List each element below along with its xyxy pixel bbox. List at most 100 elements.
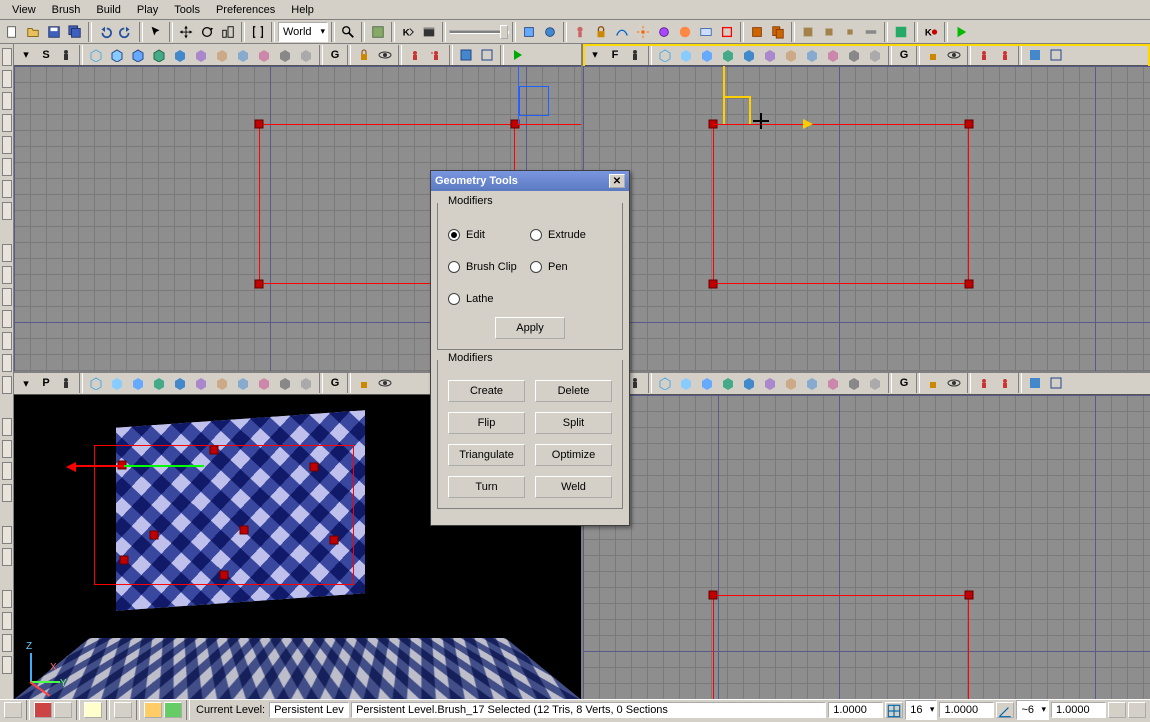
csg-subtract-icon[interactable] bbox=[2, 440, 12, 458]
vp-camspeed-fast-icon[interactable] bbox=[426, 45, 446, 65]
vp-unlit-icon[interactable] bbox=[676, 45, 696, 65]
save-all-icon[interactable] bbox=[65, 22, 85, 42]
vp-show-icon[interactable] bbox=[944, 45, 964, 65]
radio-extrude[interactable]: Extrude bbox=[530, 229, 612, 241]
toggle-lod-lock-icon[interactable] bbox=[675, 22, 695, 42]
vp-lightmapdensity-icon[interactable] bbox=[254, 45, 274, 65]
vp-lightonly-icon[interactable] bbox=[739, 373, 759, 393]
select-show-2-icon[interactable] bbox=[819, 22, 839, 42]
vp-lightcomplex-icon[interactable] bbox=[191, 45, 211, 65]
vp-game-icon[interactable]: G bbox=[326, 374, 344, 392]
brackets-icon[interactable] bbox=[248, 22, 268, 42]
vp-camspeed-slow-icon[interactable] bbox=[974, 45, 994, 65]
vp-game-icon[interactable]: G bbox=[895, 46, 913, 64]
vp-mode-9-icon[interactable] bbox=[296, 45, 316, 65]
optimize-button[interactable]: Optimize bbox=[535, 444, 612, 466]
mode-foliage-icon[interactable] bbox=[2, 202, 12, 220]
vp-maximize-icon[interactable] bbox=[456, 45, 476, 65]
vertex-handle[interactable] bbox=[965, 590, 974, 599]
vp-lit-icon[interactable] bbox=[128, 45, 148, 65]
mode-camera-icon[interactable] bbox=[2, 48, 12, 66]
publish-cook-icon[interactable] bbox=[747, 22, 767, 42]
vp-mode-8-icon[interactable] bbox=[844, 373, 864, 393]
mode-geometry-icon[interactable] bbox=[2, 70, 12, 88]
far-clip-slider[interactable] bbox=[449, 30, 509, 34]
coord-space-combo[interactable]: World bbox=[278, 22, 328, 42]
vp-wireframe-icon[interactable] bbox=[655, 45, 675, 65]
csg-add-icon[interactable] bbox=[2, 418, 12, 436]
mode-cover-icon[interactable] bbox=[2, 158, 12, 176]
menu-build[interactable]: Build bbox=[88, 2, 128, 18]
menu-view[interactable]: View bbox=[4, 2, 44, 18]
redo-icon[interactable] bbox=[116, 22, 136, 42]
vp-lightonly-icon[interactable] bbox=[170, 45, 190, 65]
vertex-handle[interactable] bbox=[709, 590, 718, 599]
geometry-tools-dialog[interactable]: Geometry Tools ✕ Edit Extrude Brush Clip… bbox=[430, 170, 630, 526]
vp-show-icon[interactable] bbox=[944, 373, 964, 393]
add-volume-icon[interactable] bbox=[2, 548, 12, 566]
vertex-handle[interactable] bbox=[220, 570, 229, 579]
vp-detail-icon[interactable] bbox=[718, 373, 738, 393]
vp-detail-icon[interactable] bbox=[149, 45, 169, 65]
vp-lightmapdensity-icon[interactable] bbox=[823, 45, 843, 65]
vp-lock-icon[interactable] bbox=[923, 45, 943, 65]
vp-tearoff-icon[interactable] bbox=[477, 45, 497, 65]
scale-icon[interactable] bbox=[218, 22, 238, 42]
status-snap1-icon[interactable] bbox=[34, 702, 52, 718]
mode-texture-icon[interactable] bbox=[2, 114, 12, 132]
vertex-handle[interactable] bbox=[210, 445, 219, 454]
create-button[interactable]: Create bbox=[448, 380, 525, 402]
cook-full-icon[interactable] bbox=[891, 22, 911, 42]
vp-lightonly-icon[interactable] bbox=[739, 45, 759, 65]
invert-selection-icon[interactable] bbox=[2, 656, 12, 674]
build-geom-icon[interactable] bbox=[519, 22, 539, 42]
vertex-handle[interactable] bbox=[150, 530, 159, 539]
vp-mode-9-icon[interactable] bbox=[865, 45, 885, 65]
select-icon[interactable] bbox=[146, 22, 166, 42]
vp-shadercomplex-icon[interactable] bbox=[802, 373, 822, 393]
vp-texdensity-icon[interactable] bbox=[212, 45, 232, 65]
mode-spline-icon[interactable] bbox=[2, 180, 12, 198]
vp-lit-icon[interactable] bbox=[128, 373, 148, 393]
radio-brushclip[interactable]: Brush Clip bbox=[448, 261, 530, 273]
status-draggrid-combo[interactable]: 16 bbox=[905, 700, 937, 720]
show-flags-icon[interactable] bbox=[2, 590, 12, 608]
status-autosave-icon[interactable] bbox=[1128, 702, 1146, 718]
translate-icon[interactable] bbox=[176, 22, 196, 42]
toggle-distributions-icon[interactable] bbox=[612, 22, 632, 42]
toggle-socket-icon[interactable] bbox=[570, 22, 590, 42]
status-audio-icon[interactable] bbox=[114, 702, 132, 718]
status-light-icon[interactable] bbox=[84, 702, 102, 718]
vp-camspeed-fast-icon[interactable] bbox=[995, 373, 1015, 393]
split-button[interactable]: Split bbox=[535, 412, 612, 434]
undo-icon[interactable] bbox=[95, 22, 115, 42]
kismet-debug-icon[interactable]: K bbox=[921, 22, 941, 42]
vp-unlit-icon[interactable] bbox=[676, 373, 696, 393]
dialog-close-icon[interactable]: ✕ bbox=[609, 174, 625, 188]
brush-cone-icon[interactable] bbox=[2, 266, 12, 284]
vp-lock-icon[interactable] bbox=[354, 373, 374, 393]
vp-mode-9-icon[interactable] bbox=[296, 373, 316, 393]
vp-options-icon[interactable]: ▾ bbox=[16, 373, 36, 393]
build-light-icon[interactable] bbox=[540, 22, 560, 42]
open-icon[interactable] bbox=[23, 22, 43, 42]
brush-volumetric-icon[interactable] bbox=[2, 376, 12, 394]
hide-selected-icon[interactable] bbox=[2, 634, 12, 652]
vp-shadercomplex-icon[interactable] bbox=[233, 373, 253, 393]
vp-realtime-icon[interactable] bbox=[56, 373, 76, 393]
select-show-4-icon[interactable] bbox=[861, 22, 881, 42]
apply-button[interactable]: Apply bbox=[495, 317, 565, 339]
psys-realtime-lod-icon[interactable] bbox=[633, 22, 653, 42]
vp-camspeed-slow-icon[interactable] bbox=[974, 373, 994, 393]
vp-wireframe-icon[interactable] bbox=[86, 45, 106, 65]
vp-show-icon[interactable] bbox=[375, 373, 395, 393]
vp-mode-9-icon[interactable] bbox=[865, 373, 885, 393]
kismet-icon[interactable]: K bbox=[398, 22, 418, 42]
vp-options-icon[interactable]: ▾ bbox=[16, 45, 36, 65]
vp-detail-icon[interactable] bbox=[149, 373, 169, 393]
toggle-quickstats-icon[interactable] bbox=[696, 22, 716, 42]
vp-camspeed-fast-icon[interactable] bbox=[995, 45, 1015, 65]
vertex-handle[interactable] bbox=[965, 120, 974, 129]
play-in-editor-icon[interactable] bbox=[951, 22, 971, 42]
vp-shadercomplex-icon[interactable] bbox=[233, 45, 253, 65]
